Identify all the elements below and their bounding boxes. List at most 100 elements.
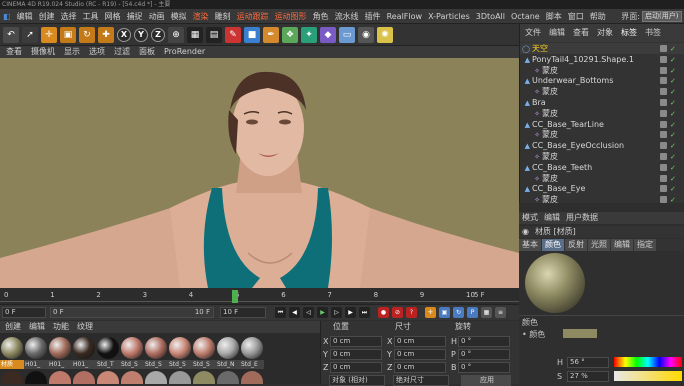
material-swatch[interactable]	[97, 337, 119, 359]
pen-icon[interactable]: ✒	[263, 26, 279, 43]
viewport-menu-item[interactable]: 面板	[133, 46, 158, 58]
frame-range-slider[interactable]: 0 F 10 F	[50, 307, 214, 318]
menu-item[interactable]: 模拟	[168, 9, 190, 24]
menu-item[interactable]: 帮助	[587, 9, 609, 24]
visibility-dot-icon[interactable]	[660, 88, 667, 96]
menu-item[interactable]: Octane	[508, 9, 543, 24]
go-end-icon[interactable]: ⏭	[359, 307, 370, 318]
end-frame-field[interactable]: 10 F	[220, 307, 266, 318]
menu-item[interactable]: 编辑	[14, 9, 36, 24]
apply-button[interactable]: 应用	[461, 375, 511, 386]
position-field[interactable]: 0 cm	[330, 349, 382, 360]
viewport-menu-item[interactable]: 显示	[58, 46, 83, 58]
visibility-dot-icon[interactable]	[660, 55, 667, 63]
menu-item[interactable]: 选择	[58, 9, 80, 24]
render-view-icon[interactable]: ▤	[206, 26, 222, 43]
object-row-skin[interactable]: ✧ 蒙皮 ✓	[520, 108, 684, 119]
material-swatch[interactable]	[1, 371, 23, 384]
menu-item[interactable]: 雕刻	[212, 9, 234, 24]
material-menu-item[interactable]: 功能	[48, 321, 72, 333]
viewport-menu-item[interactable]: 过滤	[108, 46, 133, 58]
visibility-dot-icon[interactable]	[660, 66, 667, 74]
object-menu-item[interactable]: 编辑	[544, 24, 568, 42]
key-param-icon[interactable]: P	[467, 307, 478, 318]
material-swatch[interactable]	[73, 337, 95, 359]
coordinate-system-icon[interactable]: ⊕	[168, 26, 184, 43]
current-frame-marker[interactable]	[232, 290, 238, 303]
material-swatch[interactable]	[25, 371, 47, 384]
size-field[interactable]: 0 cm	[394, 362, 446, 373]
visibility-dot-icon[interactable]	[660, 77, 667, 85]
x-axis-button[interactable]: X	[117, 27, 131, 42]
material-swatch[interactable]	[145, 371, 167, 384]
rotation-field[interactable]: 0 °	[458, 349, 510, 360]
app-menu-icon[interactable]: ◧	[0, 9, 14, 24]
viewport-menu-item[interactable]: 摄像机	[25, 46, 58, 58]
material-swatch[interactable]	[241, 337, 263, 359]
autokey-icon[interactable]: ⊘	[392, 307, 403, 318]
attribute-tab[interactable]: 编辑	[541, 212, 563, 224]
key-pla-icon[interactable]: ▦	[481, 307, 492, 318]
material-swatch[interactable]	[217, 337, 239, 359]
go-start-icon[interactable]: ⏮	[275, 307, 286, 318]
material-swatch[interactable]	[217, 371, 239, 384]
object-row[interactable]: ▲ Bra ✓	[520, 97, 684, 108]
object-row[interactable]: ◯ 天空 ✓	[520, 43, 684, 54]
rotation-field[interactable]: 0 °	[458, 336, 510, 347]
menu-item[interactable]: 窗口	[565, 9, 587, 24]
material-swatch[interactable]	[193, 371, 215, 384]
material-channel-tab[interactable]: 基本	[519, 239, 541, 251]
material-swatch[interactable]	[169, 337, 191, 359]
hue-spectrum[interactable]	[614, 357, 682, 367]
material-swatch[interactable]	[241, 371, 263, 384]
undo-icon[interactable]: ↶	[3, 26, 19, 43]
visibility-dot-icon[interactable]	[660, 109, 667, 117]
material-swatch[interactable]	[49, 337, 71, 359]
y-axis-button[interactable]: Y	[134, 27, 148, 42]
visibility-dot-icon[interactable]	[660, 163, 667, 171]
deformer-icon[interactable]: ◆	[320, 26, 336, 43]
object-row-skin[interactable]: ✧ 蒙皮 ✓	[520, 151, 684, 162]
material-menu-item[interactable]: 纹理	[72, 321, 96, 333]
live-select-icon[interactable]: ✚	[98, 26, 114, 43]
menu-item[interactable]: 3DtoAll	[473, 9, 508, 24]
menu-item[interactable]: RealFlow	[384, 9, 426, 24]
menu-item[interactable]: X-Particles	[425, 9, 473, 24]
enabled-check-icon[interactable]: ✓	[670, 195, 676, 203]
3d-viewport[interactable]	[0, 58, 519, 288]
visibility-dot-icon[interactable]	[660, 196, 667, 203]
menu-item[interactable]: 运动跟踪	[234, 9, 272, 24]
size-field[interactable]: 0 cm	[394, 349, 446, 360]
hue-field[interactable]: 56 °	[567, 357, 609, 368]
start-frame-field[interactable]: 0 F	[2, 307, 46, 318]
key-position-icon[interactable]: ✛	[425, 307, 436, 318]
object-menu-item[interactable]: 文件	[520, 24, 544, 42]
light-icon[interactable]: ✺	[377, 26, 393, 43]
visibility-dot-icon[interactable]	[660, 45, 667, 52]
material-menu-item[interactable]: 创建	[0, 321, 24, 333]
viewport-menu-item[interactable]: 选项	[83, 46, 108, 58]
timeline-menu-icon[interactable]: ≡	[495, 307, 506, 318]
prev-frame-icon[interactable]: ◁	[303, 307, 314, 318]
viewport-menu-item[interactable]: ProRender	[158, 46, 208, 58]
material-swatch[interactable]	[193, 337, 215, 359]
object-row-skin[interactable]: ✧ 蒙皮 ✓	[520, 86, 684, 97]
object-row[interactable]: ▲ CC_Base_Eye ✓	[520, 183, 684, 194]
size-mode-select[interactable]: 绝对尺寸	[393, 375, 449, 386]
menu-item[interactable]: 渲染	[190, 9, 212, 24]
timeline-ruler[interactable]: 012345678910 5 F	[0, 288, 519, 304]
material-swatch[interactable]	[49, 371, 71, 384]
subdivision-icon[interactable]: ❖	[282, 26, 298, 43]
menu-item[interactable]: 运动图形	[272, 9, 310, 24]
z-axis-button[interactable]: Z	[151, 27, 165, 42]
attribute-tab[interactable]: 用户数据	[563, 212, 601, 224]
menu-item[interactable]: 网格	[102, 9, 124, 24]
rotate-tool-icon[interactable]: ↻	[79, 26, 95, 43]
material-channel-tab[interactable]: 编辑	[611, 239, 633, 251]
viewport-menu-item[interactable]: 查看	[0, 46, 25, 58]
material-swatch[interactable]	[97, 371, 119, 384]
camera-icon[interactable]: ◉	[358, 26, 374, 43]
visibility-dot-icon[interactable]	[660, 153, 667, 160]
visibility-dot-icon[interactable]	[660, 174, 667, 182]
material-channel-tab[interactable]: 指定	[634, 239, 656, 251]
